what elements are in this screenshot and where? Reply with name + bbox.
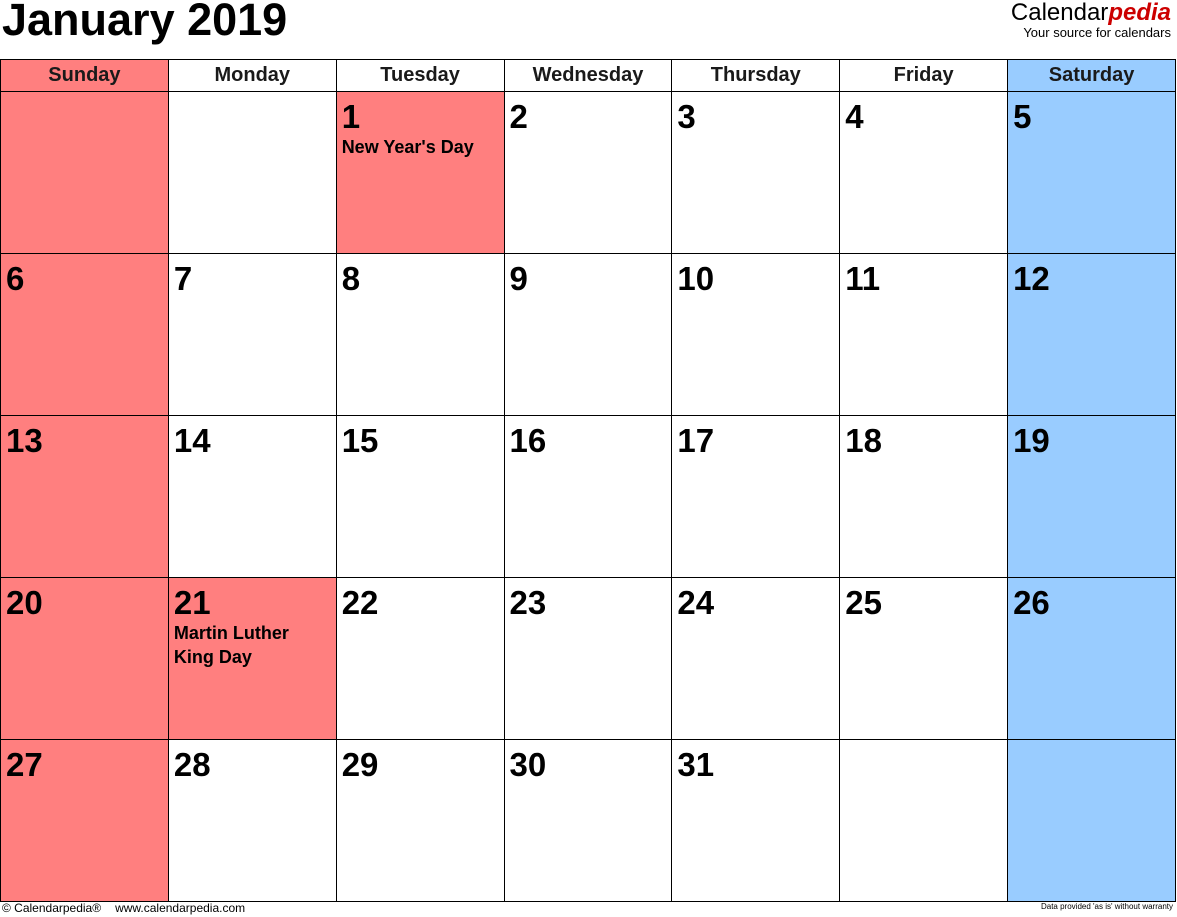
day-number: 23 bbox=[509, 584, 547, 621]
day-number: 7 bbox=[173, 260, 193, 297]
empty-day-cell bbox=[1007, 739, 1176, 902]
day-cell[interactable]: 27 bbox=[0, 739, 169, 902]
day-cell[interactable]: 7 bbox=[167, 253, 337, 416]
weekday-saturday: Saturday bbox=[1007, 59, 1176, 92]
week-row: 6 7 8 9 10 11 12 bbox=[0, 253, 1176, 416]
weekday-monday: Monday bbox=[167, 59, 337, 92]
weekday-friday: Friday bbox=[839, 59, 1009, 92]
day-number: 3 bbox=[677, 98, 696, 135]
day-cell[interactable]: 19 bbox=[1007, 415, 1176, 578]
day-number: 25 bbox=[845, 584, 882, 621]
day-number: 30 bbox=[509, 746, 547, 783]
day-number: 21 bbox=[173, 584, 211, 621]
day-number: 19 bbox=[1013, 422, 1050, 459]
week-row: 1 New Year's Day 2 3 4 5 bbox=[0, 91, 1176, 254]
brand-name-accent: pedia bbox=[1108, 0, 1171, 26]
day-cell[interactable]: 26 bbox=[1007, 577, 1176, 740]
weekday-thursday: Thursday bbox=[671, 59, 841, 92]
week-row: 20 21 Martin Luther King Day 22 23 24 25 26 bbox=[0, 577, 1176, 740]
day-number: 15 bbox=[341, 422, 379, 459]
weekday-header-row: Sunday Monday Tuesday Wednesday Thursday… bbox=[0, 59, 1176, 92]
day-number: 5 bbox=[1013, 98, 1032, 135]
day-number: 24 bbox=[677, 584, 715, 621]
footer-copyright: © Calendarpedia® bbox=[2, 901, 102, 915]
day-cell[interactable]: 6 bbox=[0, 253, 169, 416]
holiday-label: Martin Luther King Day bbox=[173, 623, 289, 667]
day-cell[interactable]: 8 bbox=[335, 253, 505, 416]
day-number: 2 bbox=[509, 98, 528, 135]
day-number: 1 bbox=[341, 98, 361, 135]
brand-logo[interactable]: Calendarpedia Your source for calendars bbox=[1011, 0, 1171, 40]
day-number: 28 bbox=[173, 746, 211, 783]
day-number: 10 bbox=[677, 260, 715, 297]
day-cell[interactable]: 22 bbox=[335, 577, 505, 740]
day-cell[interactable]: 1 New Year's Day bbox=[335, 91, 505, 254]
day-cell[interactable]: 9 bbox=[503, 253, 673, 416]
day-number: 29 bbox=[341, 746, 379, 783]
day-cell[interactable]: 3 bbox=[671, 91, 841, 254]
day-number: 4 bbox=[845, 98, 864, 135]
calendar-grid: Sunday Monday Tuesday Wednesday Thursday… bbox=[0, 59, 1176, 902]
weekday-tuesday: Tuesday bbox=[335, 59, 505, 92]
day-cell[interactable]: 18 bbox=[839, 415, 1009, 578]
day-cell[interactable]: 2 bbox=[503, 91, 673, 254]
day-number: 27 bbox=[6, 746, 43, 783]
day-cell[interactable]: 4 bbox=[839, 91, 1009, 254]
week-row: 27 28 29 30 31 bbox=[0, 739, 1176, 902]
day-cell[interactable]: 20 bbox=[0, 577, 169, 740]
brand-name-main: Calendar bbox=[1010, 0, 1109, 26]
day-cell[interactable]: 25 bbox=[839, 577, 1009, 740]
week-row: 13 14 15 16 17 18 19 bbox=[0, 415, 1176, 578]
day-cell[interactable]: 17 bbox=[671, 415, 841, 578]
day-number: 20 bbox=[6, 584, 43, 621]
empty-day-cell bbox=[0, 91, 169, 254]
day-number: 12 bbox=[1013, 260, 1050, 297]
day-cell[interactable]: 15 bbox=[335, 415, 505, 578]
day-cell[interactable]: 30 bbox=[503, 739, 673, 902]
day-cell[interactable]: 14 bbox=[167, 415, 337, 578]
day-cell[interactable]: 24 bbox=[671, 577, 841, 740]
empty-day-cell bbox=[167, 91, 337, 254]
footer-url[interactable]: www.calendarpedia.com bbox=[115, 901, 245, 915]
footer-left: © Calendarpedia® www.calendarpedia.com bbox=[2, 901, 259, 915]
day-number: 22 bbox=[341, 584, 379, 621]
weekday-wednesday: Wednesday bbox=[503, 59, 673, 92]
day-cell[interactable]: 21 Martin Luther King Day bbox=[167, 577, 337, 740]
day-number: 11 bbox=[845, 260, 881, 297]
brand-tagline: Your source for calendars bbox=[1023, 25, 1171, 40]
day-cell[interactable]: 12 bbox=[1007, 253, 1176, 416]
day-number: 31 bbox=[677, 746, 715, 783]
empty-day-cell bbox=[839, 739, 1009, 902]
day-cell[interactable]: 11 bbox=[839, 253, 1009, 416]
weekday-sunday: Sunday bbox=[0, 59, 169, 92]
page-title: January 2019 bbox=[2, 0, 288, 45]
day-cell[interactable]: 31 bbox=[671, 739, 841, 902]
day-cell[interactable]: 5 bbox=[1007, 91, 1176, 254]
day-cell[interactable]: 23 bbox=[503, 577, 673, 740]
day-cell[interactable]: 28 bbox=[167, 739, 337, 902]
holiday-label: New Year's Day bbox=[341, 137, 474, 157]
day-number: 13 bbox=[6, 422, 43, 459]
day-number: 6 bbox=[6, 260, 25, 297]
day-number: 26 bbox=[1013, 584, 1050, 621]
footer-disclaimer: Data provided 'as is' without warranty bbox=[1040, 902, 1173, 911]
day-cell[interactable]: 29 bbox=[335, 739, 505, 902]
day-cell[interactable]: 13 bbox=[0, 415, 169, 578]
day-cell[interactable]: 10 bbox=[671, 253, 841, 416]
day-number: 17 bbox=[677, 422, 715, 459]
day-number: 16 bbox=[509, 422, 547, 459]
day-number: 14 bbox=[173, 422, 211, 459]
day-number: 9 bbox=[509, 260, 528, 297]
day-number: 8 bbox=[341, 260, 361, 297]
day-number: 18 bbox=[845, 422, 882, 459]
brand-name: Calendarpedia bbox=[1011, 0, 1171, 26]
day-cell[interactable]: 16 bbox=[503, 415, 673, 578]
